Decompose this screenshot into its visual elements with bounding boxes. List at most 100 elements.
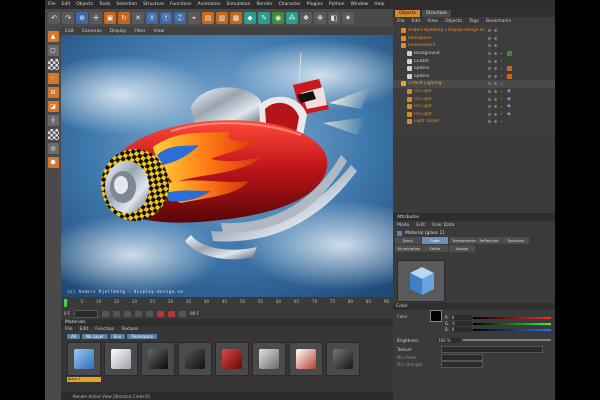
array-icon[interactable]: ⁂ bbox=[286, 12, 298, 24]
enabled-check-icon[interactable]: ✓ bbox=[500, 51, 504, 56]
rotate-icon[interactable]: ↻ bbox=[118, 12, 130, 24]
object-tree-row[interactable]: Light Target ✓ bbox=[393, 118, 555, 126]
menu-character[interactable]: Character bbox=[279, 2, 301, 7]
menu-tools[interactable]: Tools bbox=[99, 2, 110, 7]
render-visibility-dot[interactable] bbox=[494, 74, 497, 78]
menu-simulation[interactable]: Simulation bbox=[227, 2, 251, 7]
channel-tab-transparence[interactable]: Transparence bbox=[449, 237, 477, 244]
material-tab-env[interactable]: Env bbox=[109, 334, 126, 339]
play-icon[interactable] bbox=[124, 310, 132, 317]
editor-visibility-dot[interactable] bbox=[488, 67, 491, 71]
deformer-icon[interactable]: ❖ bbox=[300, 12, 312, 24]
channel-tab-editor[interactable]: Editor bbox=[422, 245, 448, 252]
object-tree-row[interactable]: Fill Light ✓ ◈ bbox=[393, 95, 555, 103]
go-to-end-icon[interactable] bbox=[146, 310, 154, 317]
materials-menu-file[interactable]: File bbox=[65, 327, 73, 332]
render-view-icon[interactable]: ▤ bbox=[202, 12, 214, 24]
enabled-check-icon[interactable]: ✓ bbox=[500, 89, 504, 94]
render-visibility-dot[interactable] bbox=[494, 112, 497, 116]
viewport-menu-view[interactable]: View bbox=[153, 29, 164, 34]
editor-visibility-dot[interactable] bbox=[488, 36, 491, 40]
y-axis-icon[interactable]: Ⓨ bbox=[160, 12, 172, 24]
cube-primitive-icon[interactable]: ◆ bbox=[244, 12, 256, 24]
redo-icon[interactable]: ↷ bbox=[62, 12, 74, 24]
render-visibility-dot[interactable] bbox=[494, 52, 497, 56]
menu-objects[interactable]: Objects bbox=[76, 2, 93, 7]
channel-tab-basic[interactable]: Basic bbox=[395, 237, 421, 244]
object-tree-row[interactable]: Anders Kjellberg | display-design.se bbox=[393, 27, 555, 35]
editor-visibility-dot[interactable] bbox=[488, 112, 491, 116]
recent-tools-icon[interactable]: ✕ bbox=[132, 12, 144, 24]
render-visibility-dot[interactable] bbox=[494, 120, 497, 124]
material-swatch[interactable] bbox=[215, 342, 249, 376]
tab-structure[interactable]: Structure bbox=[422, 10, 451, 17]
make-editable-icon[interactable]: ▲ bbox=[47, 31, 59, 42]
editor-visibility-dot[interactable] bbox=[488, 120, 491, 124]
material-swatch[interactable] bbox=[326, 342, 360, 376]
materials-menu-edit[interactable]: Edit bbox=[80, 327, 89, 332]
tab-objects[interactable]: Objects bbox=[395, 10, 421, 17]
enabled-check-icon[interactable]: ✓ bbox=[500, 112, 504, 116]
frame-range-field[interactable] bbox=[74, 309, 99, 318]
menu-help[interactable]: Help bbox=[374, 2, 384, 7]
editor-visibility-dot[interactable] bbox=[488, 44, 491, 48]
texture-mode-icon[interactable] bbox=[47, 59, 59, 70]
attributes-menu-mode[interactable]: Mode bbox=[397, 223, 409, 228]
objects-menu-bookmarks[interactable]: Bookmarks bbox=[486, 19, 511, 24]
material-swatch[interactable] bbox=[289, 342, 323, 376]
pen-spline-icon[interactable]: ✎ bbox=[258, 12, 270, 24]
target-tag-icon[interactable]: ◈ bbox=[507, 111, 512, 117]
render-visibility-dot[interactable] bbox=[494, 44, 497, 48]
menu-python[interactable]: Python bbox=[329, 2, 345, 7]
start-frame-field[interactable]: 0 F bbox=[64, 311, 70, 316]
material-tab-rennspace[interactable]: Rennspace bbox=[127, 334, 158, 339]
material-swatch[interactable] bbox=[252, 342, 286, 376]
keyframe-icon[interactable] bbox=[179, 310, 187, 317]
editor-visibility-dot[interactable] bbox=[488, 52, 491, 56]
snap-icon[interactable]: ◎ bbox=[47, 143, 59, 154]
color-b-slider[interactable] bbox=[473, 329, 551, 331]
object-tree-row[interactable]: Sphere ✓ bbox=[393, 73, 555, 81]
objects-menu-tags[interactable]: Tags bbox=[469, 19, 479, 24]
objects-menu-edit[interactable]: Edit bbox=[412, 19, 421, 24]
render-visibility-dot[interactable] bbox=[494, 67, 497, 71]
viewport-menu-display[interactable]: Display bbox=[110, 29, 127, 34]
object-tree-row[interactable]: Fill Light ✓ ◈ bbox=[393, 88, 555, 96]
light-icon[interactable]: ✷ bbox=[342, 12, 354, 24]
render-visibility-dot[interactable] bbox=[494, 105, 497, 109]
scale-icon[interactable]: ▣ bbox=[104, 12, 116, 24]
texture-field[interactable] bbox=[441, 346, 543, 353]
channel-tab-assign[interactable]: Assign bbox=[449, 245, 475, 252]
render-viewport[interactable]: (c) Anders Kjellberg - display-design.se bbox=[61, 35, 393, 297]
color-g-value[interactable]: 0 bbox=[451, 320, 473, 326]
editor-visibility-dot[interactable] bbox=[488, 74, 491, 78]
material-swatch[interactable] bbox=[141, 342, 175, 376]
model-mode-icon[interactable]: ▢ bbox=[47, 45, 59, 56]
editor-visibility-dot[interactable] bbox=[488, 59, 491, 63]
editor-visibility-dot[interactable] bbox=[488, 105, 491, 109]
channel-tab-reflection[interactable]: Reflection bbox=[476, 237, 502, 244]
enabled-check-icon[interactable]: ✓ bbox=[500, 74, 504, 78]
editor-visibility-dot[interactable] bbox=[488, 82, 491, 86]
scene-icon[interactable]: ❉ bbox=[314, 12, 326, 24]
object-tree-row[interactable]: Fill Light ✓ ◈ bbox=[393, 103, 555, 111]
record-icon[interactable] bbox=[157, 310, 165, 317]
enabled-check-icon[interactable]: ✓ bbox=[500, 119, 504, 124]
channel-tab-specular[interactable]: Specular bbox=[503, 237, 529, 244]
mix-strength-field[interactable] bbox=[441, 361, 483, 368]
object-tree-row[interactable]: Background ✓ bbox=[393, 50, 555, 58]
menu-selection[interactable]: Selection bbox=[116, 2, 137, 7]
next-frame-icon[interactable] bbox=[135, 310, 143, 317]
menu-plugins[interactable]: Plugins bbox=[307, 2, 323, 7]
material-tag-icon[interactable] bbox=[507, 73, 512, 79]
render-visibility-dot[interactable] bbox=[494, 90, 497, 94]
target-tag-icon[interactable]: ◈ bbox=[507, 96, 512, 102]
color-r-slider[interactable] bbox=[473, 317, 551, 319]
edges-mode-icon[interactable]: ⊟ bbox=[47, 87, 59, 98]
menu-edit[interactable]: Edit bbox=[62, 2, 71, 7]
nurbs-icon[interactable]: ◉ bbox=[272, 12, 284, 24]
material-tag-icon[interactable] bbox=[507, 66, 512, 72]
menu-render[interactable]: Render bbox=[256, 2, 272, 7]
enabled-check-icon[interactable]: ✓ bbox=[500, 97, 504, 101]
polygons-mode-icon[interactable]: ◪ bbox=[47, 101, 59, 112]
